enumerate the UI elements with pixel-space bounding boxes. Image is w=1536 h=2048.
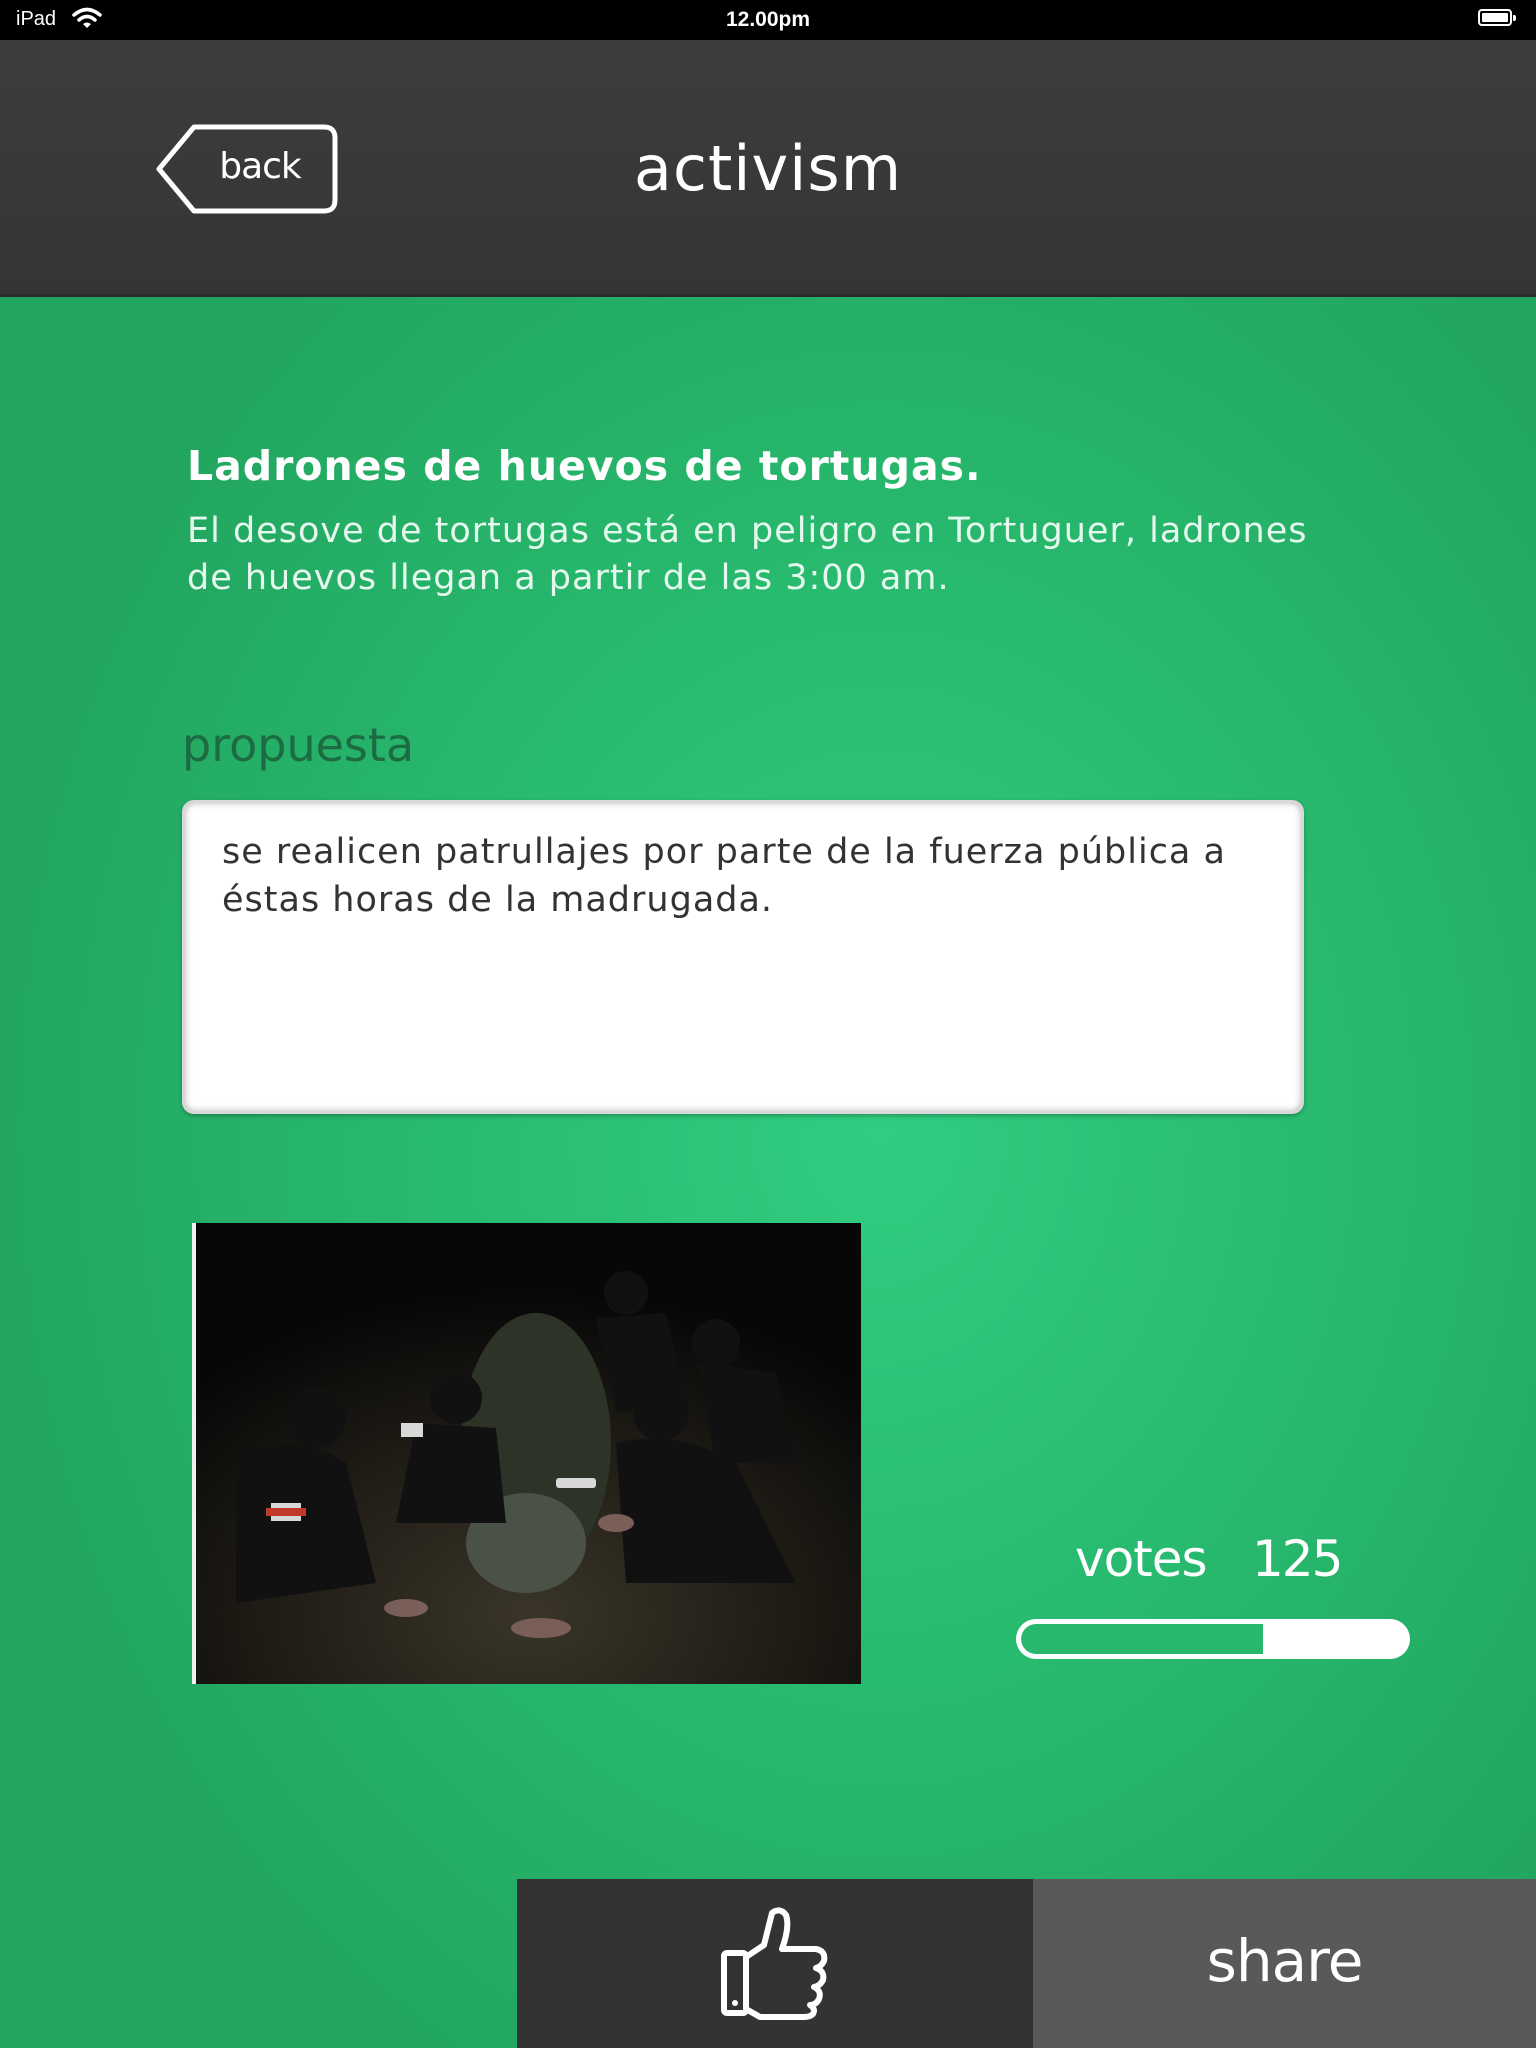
proposal-text: se realicen patrullajes por parte de la … <box>222 832 1226 920</box>
share-button[interactable]: share <box>1033 1879 1536 2048</box>
like-button[interactable] <box>517 1879 1033 2048</box>
votes-progress-bar <box>1016 1619 1410 1659</box>
page-title: activism <box>633 132 903 205</box>
share-label: share <box>1206 1927 1364 1995</box>
police-photo-image <box>196 1223 861 1684</box>
status-bar: iPad 12.00pm <box>0 0 1536 40</box>
issue-description: El desove de tortugas está en peligro en… <box>187 511 1308 598</box>
votes-count: 125 <box>1252 1530 1343 1588</box>
issue-title: Ladrones de huevos de tortugas. <box>187 442 982 490</box>
votes-progress-fill <box>1021 1624 1263 1654</box>
issue-photo <box>192 1223 861 1684</box>
proposal-heading: propuesta <box>182 718 415 772</box>
proposal-text-field[interactable]: se realicen patrullajes por parte de la … <box>182 800 1304 1114</box>
votes-progress-track <box>1021 1624 1405 1654</box>
navigation-bar: back activism <box>0 40 1536 294</box>
votes-label: votes <box>1075 1530 1208 1588</box>
thumbs-up-icon <box>721 1907 828 2020</box>
battery-icon <box>1478 9 1516 26</box>
status-time: 12.00pm <box>725 8 811 31</box>
